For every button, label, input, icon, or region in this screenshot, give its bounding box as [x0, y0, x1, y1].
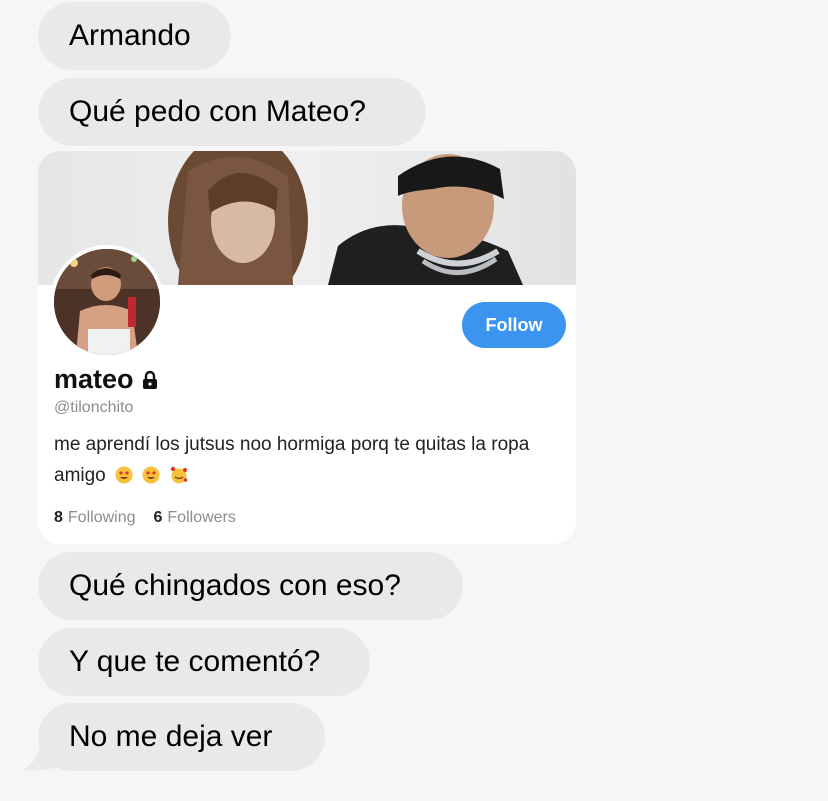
message-bubble[interactable]: Qué chingados con eso?: [38, 552, 463, 620]
following-label: Following: [67, 509, 136, 526]
following-stat[interactable]: 8 Following: [54, 509, 136, 527]
heart-eyes-emoji: [115, 466, 133, 484]
message-text: Armando: [69, 19, 191, 52]
message-text: Qué chingados con eso?: [69, 569, 401, 602]
profile-display-name: mateo: [54, 364, 134, 394]
message-bubble[interactable]: Y que te comentó?: [38, 628, 370, 696]
heart-eyes-emoji: [142, 466, 160, 484]
message-bubble[interactable]: Qué pedo con Mateo?: [38, 78, 426, 146]
message-text: Qué pedo con Mateo?: [69, 95, 366, 128]
followers-count: 6: [153, 509, 163, 526]
message-bubble[interactable]: No me deja ver: [38, 703, 325, 771]
lock-icon: [140, 370, 160, 390]
followers-label: Followers: [167, 509, 236, 526]
follow-button[interactable]: Follow: [462, 302, 566, 348]
message-text: No me deja ver: [69, 720, 273, 753]
profile-screenshot-card[interactable]: Follow mateo @tilonchito me aprendí los …: [38, 151, 576, 544]
profile-bio: me aprendí los jutsus noo hormiga porq t…: [54, 429, 566, 491]
followers-stat[interactable]: 6 Followers: [154, 509, 236, 527]
message-text: Y que te comentó?: [69, 645, 321, 678]
smiling-face-with-hearts-emoji: [170, 466, 187, 484]
message-thread: Armando Qué pedo con Mateo? Follow mateo…: [0, 0, 828, 801]
profile-handle: @tilonchito: [54, 399, 134, 416]
profile-stats: 8 Following 6 Followers: [54, 509, 236, 527]
profile-name-row: mateo: [54, 364, 160, 395]
following-count: 8: [54, 509, 63, 526]
avatar[interactable]: [50, 245, 164, 359]
message-bubble[interactable]: Armando: [38, 2, 231, 70]
